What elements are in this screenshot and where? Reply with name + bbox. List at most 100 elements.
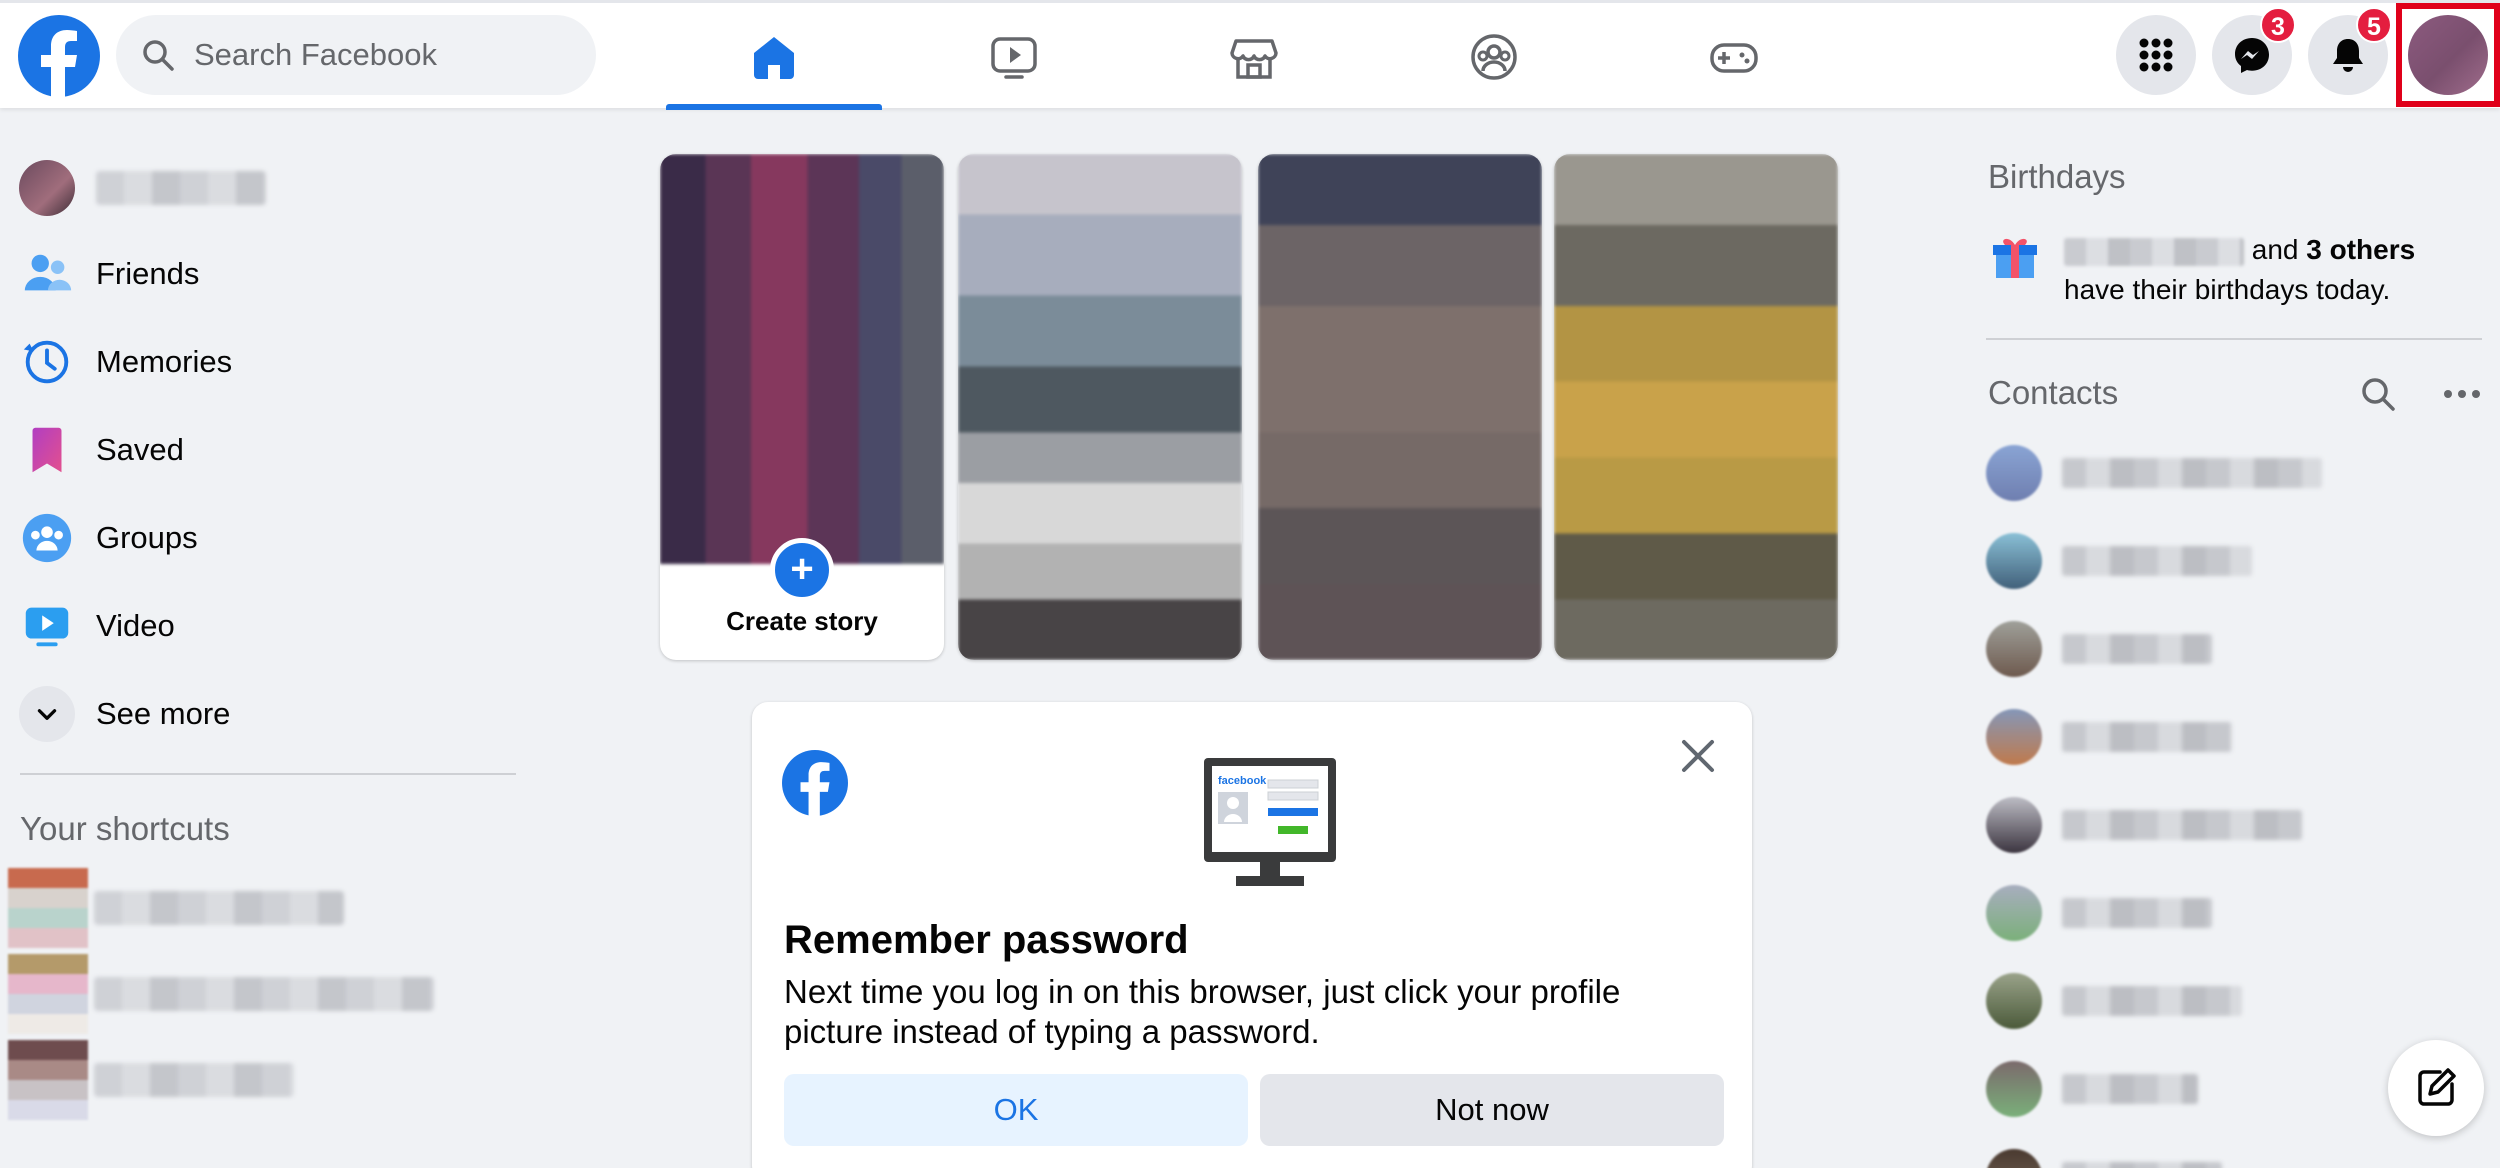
- marketplace-icon: [1230, 39, 1278, 79]
- shortcut-item[interactable]: [8, 1040, 294, 1120]
- sidebar-item-memories[interactable]: Memories: [18, 324, 518, 400]
- shortcut-thumbnail: [8, 954, 88, 1034]
- contact-name-blurred: [2062, 810, 2302, 840]
- tab-marketplace[interactable]: [1146, 6, 1362, 108]
- contact-item[interactable]: [1986, 438, 2486, 508]
- gift-icon: [1993, 238, 2037, 278]
- shortcut-name-blurred: [94, 977, 434, 1011]
- remember-password-card: facebook Remember password Next time you…: [752, 702, 1752, 1168]
- birthday-text: and 3 others have their birthdays today.: [2064, 230, 2484, 310]
- avatar: [1986, 709, 2042, 765]
- compose-icon: [2418, 1068, 2456, 1106]
- sidebar-item-friends[interactable]: Friends: [18, 236, 518, 312]
- video-icon: [18, 597, 76, 655]
- more-options-icon[interactable]: [2440, 372, 2484, 416]
- avatar: [1986, 445, 2042, 501]
- sidebar-item-label: Saved: [96, 432, 184, 467]
- birthday-others[interactable]: 3 others: [2306, 234, 2415, 265]
- search-input[interactable]: [194, 37, 574, 73]
- ok-button[interactable]: OK: [784, 1074, 1248, 1146]
- contact-name-blurred: [2062, 1074, 2198, 1104]
- tab-groups[interactable]: [1386, 6, 1602, 108]
- facebook-logo-icon[interactable]: [18, 15, 100, 97]
- create-story-label: Create story: [726, 606, 878, 636]
- computer-login-illustration-icon: facebook: [1204, 758, 1336, 886]
- avatar: [1986, 1061, 2042, 1117]
- contact-name-blurred: [2062, 722, 2232, 752]
- contact-item[interactable]: [1986, 1142, 2486, 1168]
- shortcut-item[interactable]: [8, 954, 434, 1034]
- remember-password-title: Remember password: [784, 918, 1189, 962]
- contact-name-blurred: [2062, 546, 2252, 576]
- avatar: [1986, 973, 2042, 1029]
- create-story-card[interactable]: + Create story: [660, 154, 944, 660]
- home-icon: [754, 37, 794, 79]
- story-thumbnail: [1258, 154, 1542, 660]
- tab-gaming[interactable]: [1626, 6, 1842, 108]
- sidebar-item-profile[interactable]: [18, 150, 518, 226]
- groups-icon: [1471, 34, 1517, 80]
- contact-item[interactable]: [1986, 526, 2486, 596]
- groups-icon: [18, 509, 76, 567]
- shortcuts-title: Your shortcuts: [20, 810, 230, 847]
- story-thumbnail: [958, 154, 1242, 660]
- birthday-name-blurred: [2064, 237, 2244, 266]
- contact-item[interactable]: [1986, 702, 2486, 772]
- divider: [1986, 338, 2482, 340]
- contact-item[interactable]: [1986, 614, 2486, 684]
- tab-home[interactable]: [666, 6, 882, 110]
- shortcut-name-blurred: [94, 891, 344, 925]
- add-story-icon: +: [770, 538, 834, 602]
- story-card[interactable]: [1554, 154, 1838, 660]
- avatar: [1986, 885, 2042, 941]
- search-bar[interactable]: [116, 15, 596, 95]
- sidebar-item-groups[interactable]: Groups: [18, 500, 518, 576]
- contact-name-blurred: [2062, 458, 2322, 488]
- see-more-label: See more: [96, 696, 231, 731]
- not-now-button[interactable]: Not now: [1260, 1074, 1724, 1146]
- sidebar-item-video[interactable]: Video: [18, 588, 518, 664]
- see-more-icon-wrap: [18, 685, 76, 743]
- shortcut-name-blurred: [94, 1063, 294, 1097]
- contact-name-blurred: [2062, 898, 2212, 928]
- birthday-and: and: [2251, 234, 2299, 265]
- profile-photo-blurred: [660, 154, 944, 564]
- remember-password-body: Next time you log in on this browser, ju…: [784, 973, 1621, 1050]
- sidebar-item-label: Memories: [96, 344, 233, 379]
- contacts-title: Contacts: [1988, 374, 2119, 411]
- new-message-button[interactable]: [2388, 1040, 2484, 1136]
- sidebar-item-label: Friends: [96, 256, 200, 291]
- divider: [20, 773, 516, 775]
- right-sidebar: Birthdays and 3 others have their birthd…: [1986, 0, 2500, 1168]
- contact-item[interactable]: [1986, 878, 2486, 948]
- saved-icon: [18, 421, 76, 479]
- shortcut-thumbnail: [8, 868, 88, 948]
- shortcut-item[interactable]: [8, 868, 344, 948]
- avatar: [1986, 621, 2042, 677]
- memories-icon: [18, 333, 76, 391]
- avatar: [1986, 533, 2042, 589]
- contact-item[interactable]: [1986, 790, 2486, 860]
- sidebar-item-label: Video: [96, 608, 175, 643]
- story-card[interactable]: [1258, 154, 1542, 660]
- tab-watch[interactable]: [906, 6, 1122, 108]
- story-card[interactable]: [958, 154, 1242, 660]
- watch-icon: [991, 37, 1037, 79]
- birthdays-title: Birthdays: [1988, 158, 2126, 195]
- birthday-rest: have their birthdays today.: [2064, 274, 2391, 305]
- profile-name-blurred: [96, 171, 266, 205]
- shortcut-thumbnail: [8, 1040, 88, 1120]
- search-icon: [143, 40, 174, 71]
- illustration-brand-text: facebook: [1218, 775, 1267, 787]
- see-more-button[interactable]: See more: [18, 676, 518, 752]
- sidebar-item-saved[interactable]: Saved: [18, 412, 518, 488]
- contact-item[interactable]: [1986, 966, 2486, 1036]
- contact-name-blurred: [2062, 1162, 2222, 1168]
- avatar: [1986, 797, 2042, 853]
- story-thumbnail: [1554, 154, 1838, 660]
- search-icon[interactable]: [2356, 372, 2400, 416]
- contact-name-blurred: [2062, 986, 2242, 1016]
- gaming-icon: [1710, 43, 1758, 73]
- friends-icon: [18, 245, 76, 303]
- close-icon[interactable]: [1676, 734, 1720, 778]
